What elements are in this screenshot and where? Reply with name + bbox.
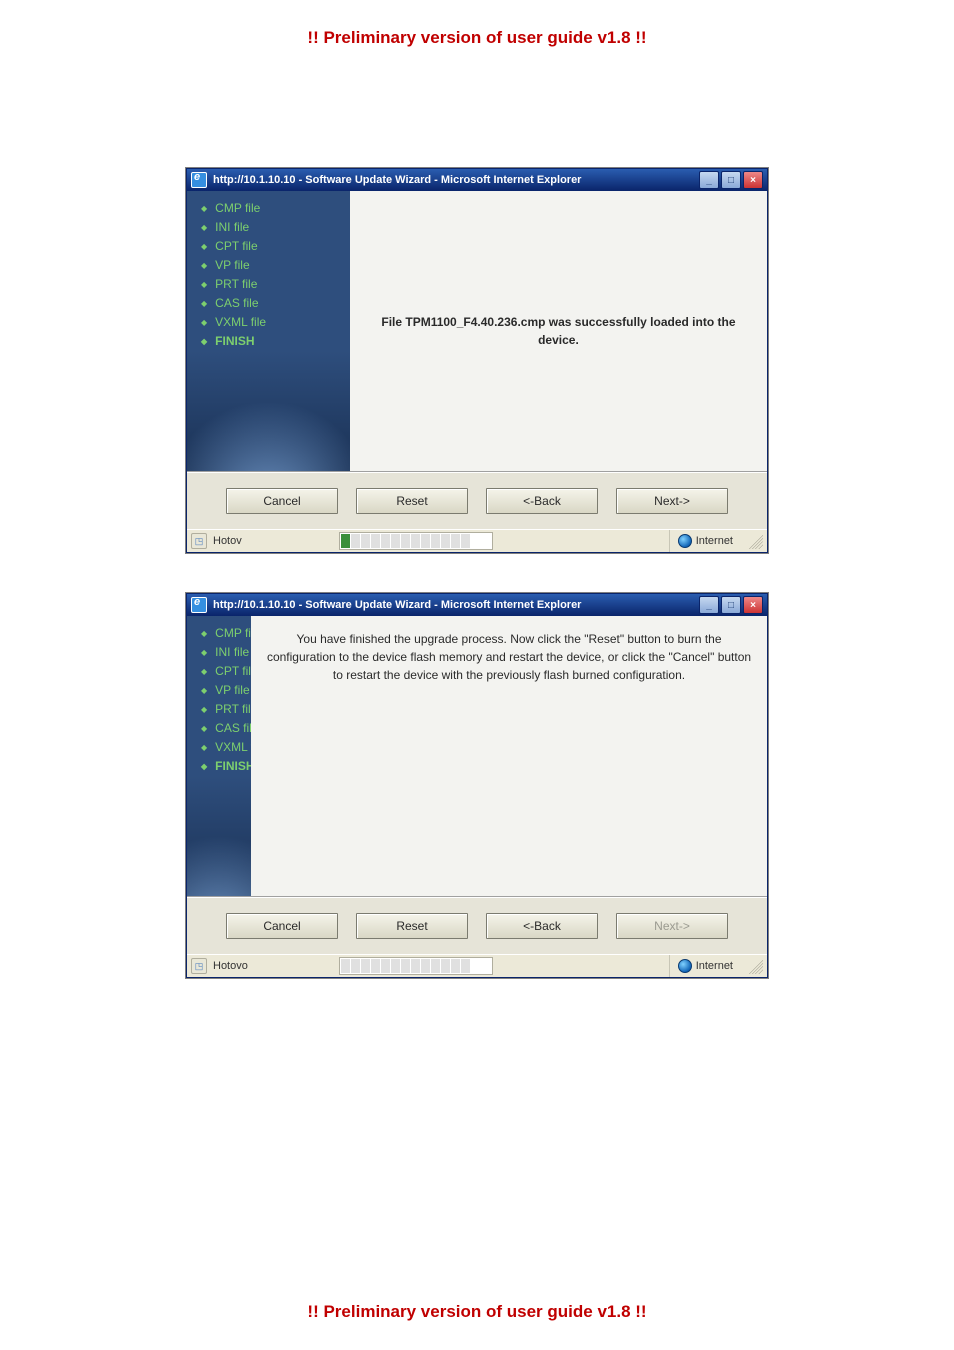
step-cmp: CMP file: [201, 199, 350, 218]
ie-icon: [191, 172, 207, 188]
step-prt: PRT file: [201, 700, 251, 719]
titlebar[interactable]: http://10.1.10.10 - Software Update Wiza…: [187, 169, 767, 191]
titlebar[interactable]: http://10.1.10.10 - Software Update Wiza…: [187, 594, 767, 616]
progress-seg: [341, 534, 350, 548]
close-button[interactable]: ×: [743, 596, 763, 614]
zone-indicator: Internet: [669, 955, 741, 977]
globe-icon: [678, 959, 692, 973]
document-page: !! Preliminary version of user guide v1.…: [0, 0, 954, 1350]
status-bar: ◳ Hotov Internet: [187, 529, 767, 552]
wizard-main: You have finished the upgrade process. N…: [251, 616, 767, 896]
zone-indicator: Internet: [669, 530, 741, 552]
progress-bar: [339, 957, 493, 975]
step-cpt: CPT file: [201, 662, 251, 681]
ie-icon: [191, 597, 207, 613]
step-finish: FINISH: [201, 332, 350, 351]
step-ini: INI file: [201, 643, 251, 662]
step-cpt: CPT file: [201, 237, 350, 256]
step-prt: PRT file: [201, 275, 350, 294]
status-bar: ◳ Hotovo Internet: [187, 954, 767, 977]
step-cmp: CMP file: [201, 624, 251, 643]
maximize-button[interactable]: □: [721, 596, 741, 614]
wizard-steps: CMP file INI file CPT file VP file PRT f…: [187, 624, 251, 776]
step-cas: CAS file: [201, 294, 350, 313]
sidebar-art: [187, 351, 350, 471]
resize-grip[interactable]: [747, 958, 763, 974]
client-area: CMP file INI file CPT file VP file PRT f…: [187, 191, 767, 472]
status-text: Hotovo: [213, 960, 333, 972]
reset-button[interactable]: Reset: [356, 913, 468, 939]
status-text: Hotov: [213, 535, 333, 547]
step-vp: VP file: [201, 256, 350, 275]
window-title: http://10.1.10.10 - Software Update Wiza…: [213, 174, 699, 186]
page-header: !! Preliminary version of user guide v1.…: [0, 28, 954, 48]
wizard-main: File TPM1100_F4.40.236.cmp was successfu…: [350, 191, 767, 471]
status-icon: ◳: [191, 533, 207, 549]
page-footer: !! Preliminary version of user guide v1.…: [0, 1302, 954, 1322]
zone-label: Internet: [696, 535, 733, 547]
sidebar-art: [187, 776, 251, 896]
step-ini: INI file: [201, 218, 350, 237]
step-vxml: VXML file: [201, 313, 350, 332]
progress-bar: [339, 532, 493, 550]
zone-label: Internet: [696, 960, 733, 972]
button-row: Cancel Reset <-Back Next->: [187, 472, 767, 529]
ie-window-1: http://10.1.10.10 - Software Update Wiza…: [186, 168, 768, 553]
close-button[interactable]: ×: [743, 171, 763, 189]
maximize-button[interactable]: □: [721, 171, 741, 189]
ie-window-2: http://10.1.10.10 - Software Update Wiza…: [186, 593, 768, 978]
step-vxml: VXML file: [201, 738, 251, 757]
cancel-button[interactable]: Cancel: [226, 488, 338, 514]
next-button: Next->: [616, 913, 728, 939]
client-area: CMP file INI file CPT file VP file PRT f…: [187, 616, 767, 897]
step-finish: FINISH: [201, 757, 251, 776]
step-vp: VP file: [201, 681, 251, 700]
window-title: http://10.1.10.10 - Software Update Wiza…: [213, 599, 699, 611]
wizard-sidebar: CMP file INI file CPT file VP file PRT f…: [187, 191, 350, 471]
next-button[interactable]: Next->: [616, 488, 728, 514]
cancel-button[interactable]: Cancel: [226, 913, 338, 939]
status-icon: ◳: [191, 958, 207, 974]
back-button[interactable]: <-Back: [486, 913, 598, 939]
window-buttons: _ □ ×: [699, 596, 763, 614]
resize-grip[interactable]: [747, 533, 763, 549]
window-buttons: _ □ ×: [699, 171, 763, 189]
minimize-button[interactable]: _: [699, 596, 719, 614]
wizard-sidebar: CMP file INI file CPT file VP file PRT f…: [187, 616, 251, 896]
reset-button[interactable]: Reset: [356, 488, 468, 514]
wizard-message: File TPM1100_F4.40.236.cmp was successfu…: [362, 313, 755, 349]
step-cas: CAS file: [201, 719, 251, 738]
button-row: Cancel Reset <-Back Next->: [187, 897, 767, 954]
globe-icon: [678, 534, 692, 548]
back-button[interactable]: <-Back: [486, 488, 598, 514]
wizard-message: You have finished the upgrade process. N…: [263, 630, 755, 684]
minimize-button[interactable]: _: [699, 171, 719, 189]
wizard-steps: CMP file INI file CPT file VP file PRT f…: [187, 199, 350, 351]
